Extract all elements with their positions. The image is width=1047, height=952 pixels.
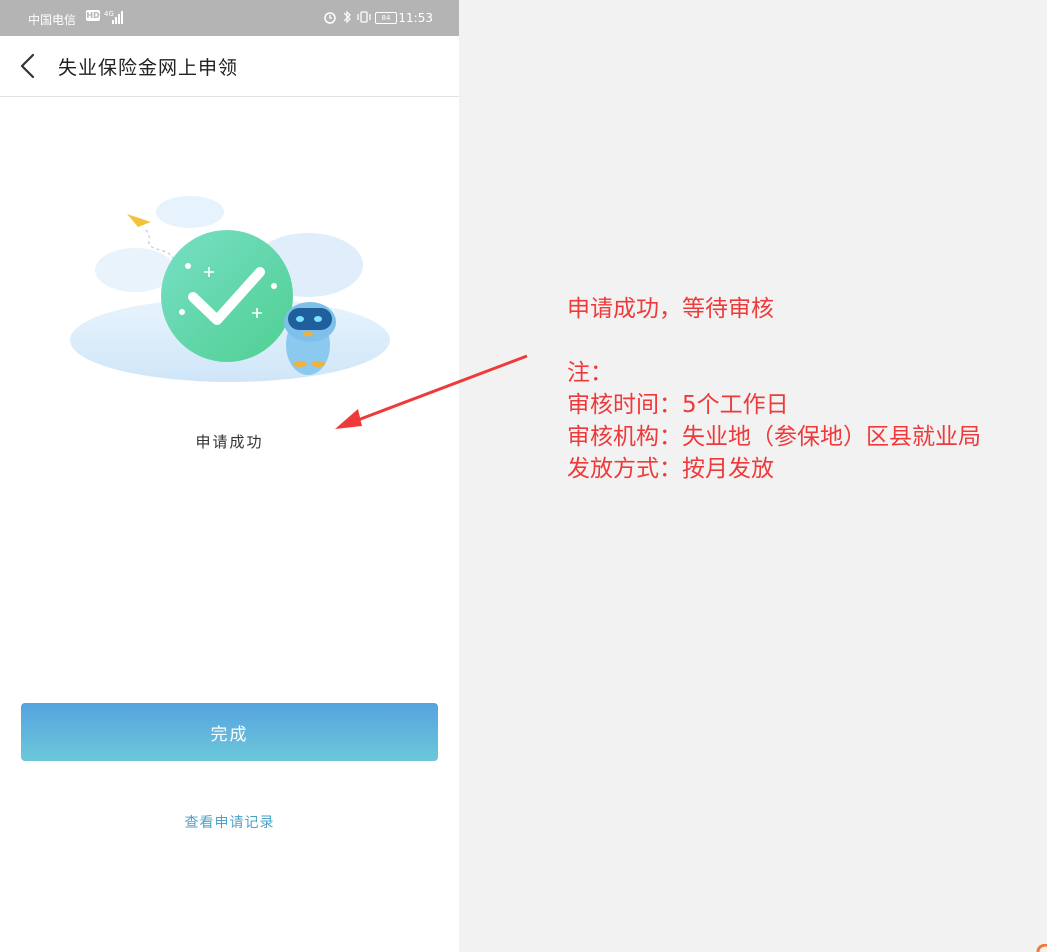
corner-decoration-icon (1036, 944, 1047, 952)
annotation-line: 发放方式：按月发放 (567, 456, 774, 482)
annotation-line: 审核时间：5个工作日 (567, 392, 789, 418)
annotation-heading: 申请成功，等待审核 (567, 296, 774, 322)
annotation-note: 申请成功，等待审核 注： 审核时间：5个工作日 审核机构：失业地（参保地）区县就… (567, 293, 981, 485)
annotation-line: 审核机构：失业地（参保地）区县就业局 (567, 424, 981, 450)
annotation-note-label: 注： (567, 360, 613, 386)
